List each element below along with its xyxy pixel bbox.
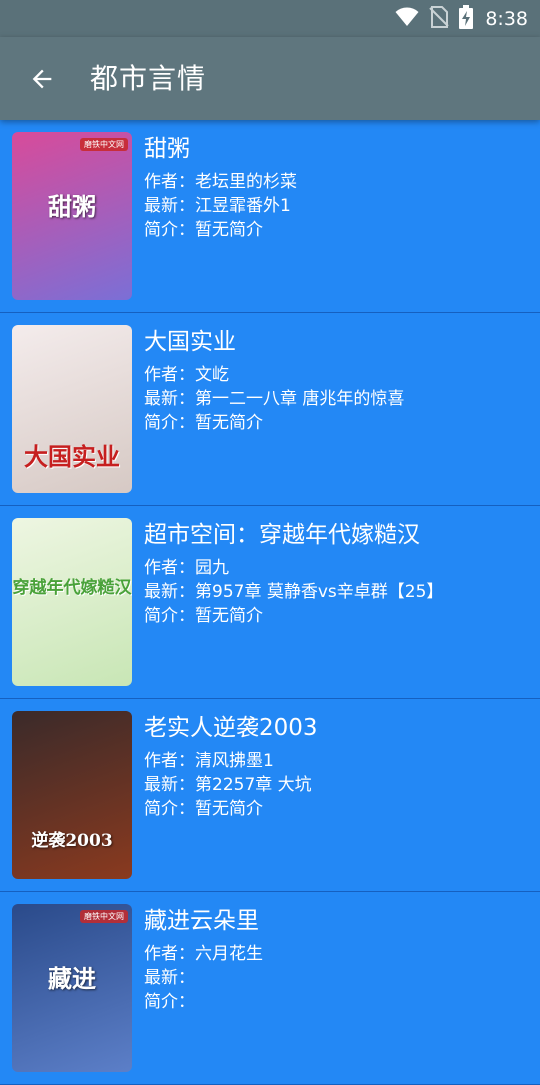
book-intro: 简介：暂无简介 [144, 218, 530, 242]
book-intro: 简介：暂无简介 [144, 604, 530, 628]
book-latest-chapter: 最新：第一二一八章 唐兆年的惊喜 [144, 387, 530, 411]
book-list-item[interactable]: 甜粥 磨铁中文网 甜粥 作者：老坛里的杉菜 最新：江昱霏番外1 简介：暂无简介 [0, 120, 540, 313]
book-author: 作者：六月花生 [144, 942, 530, 966]
publisher-badge: 磨铁中文网 [80, 910, 128, 923]
book-list: 甜粥 磨铁中文网 甜粥 作者：老坛里的杉菜 最新：江昱霏番外1 简介：暂无简介 大国实业 大国… [0, 120, 540, 1085]
book-latest-chapter: 最新：第2257章 大坑 [144, 773, 530, 797]
wifi-icon [395, 7, 419, 31]
app-bar: 都市言情 [0, 37, 540, 120]
book-intro-label: 简介： [144, 799, 195, 819]
status-time: 8:38 [485, 7, 528, 30]
arrow-left-icon [32, 69, 52, 89]
book-intro-value: 暂无简介 [195, 606, 263, 626]
book-author-label: 作者： [144, 944, 195, 964]
battery-charging-icon [459, 4, 474, 33]
book-title: 超市空间：穿越年代嫁糙汉 [144, 522, 420, 548]
book-title: 藏进云朵里 [144, 908, 259, 934]
book-info: 大国实业作者：文屹 最新：第一二一八章 唐兆年的惊喜 简介：暂无简介 [144, 325, 530, 435]
book-author-label: 作者： [144, 172, 195, 192]
book-intro-label: 简介： [144, 606, 195, 626]
book-info: 甜粥作者：老坛里的杉菜 最新：江昱霏番外1 简介：暂无简介 [144, 132, 530, 242]
book-cover-image: 藏进 磨铁中文网 [12, 904, 132, 1072]
book-author-value: 老坛里的杉菜 [195, 172, 297, 192]
book-author: 作者：文屹 [144, 363, 530, 387]
book-title: 甜粥 [144, 136, 190, 162]
book-intro-value: 暂无简介 [195, 220, 263, 240]
book-author-value: 文屹 [195, 365, 229, 385]
book-cover-title: 甜粥 [48, 192, 96, 221]
book-author: 作者：老坛里的杉菜 [144, 170, 530, 194]
back-button[interactable] [22, 59, 62, 99]
book-list-item[interactable]: 大国实业 大国实业 作者：文屹 最新：第一二一八章 唐兆年的惊喜 简介：暂无简介 [0, 313, 540, 506]
book-latest-chapter-value: 第一二一八章 唐兆年的惊喜 [195, 389, 405, 409]
book-cover-title: 大国实业 [24, 442, 120, 471]
book-intro: 简介： [144, 990, 530, 1014]
book-list-item[interactable]: 藏进 磨铁中文网 藏进云朵里作者：六月花生 最新： 简介： [0, 892, 540, 1085]
book-intro-value: 暂无简介 [195, 413, 263, 433]
book-latest-chapter-value: 第957章 莫静香vs辛卓群【25】 [195, 582, 444, 602]
book-author: 作者：园九 [144, 556, 530, 580]
book-info: 藏进云朵里作者：六月花生 最新： 简介： [144, 904, 530, 1014]
page-title: 都市言情 [90, 62, 207, 95]
book-intro-label: 简介： [144, 413, 195, 433]
book-latest-chapter: 最新：第957章 莫静香vs辛卓群【25】 [144, 580, 530, 604]
book-intro-value: 暂无简介 [195, 799, 263, 819]
book-author-value: 六月花生 [195, 944, 263, 964]
publisher-badge: 磨铁中文网 [80, 138, 128, 151]
status-bar: 8:38 [0, 0, 540, 37]
book-author-label: 作者： [144, 365, 195, 385]
book-latest-chapter-label: 最新： [144, 389, 195, 409]
book-cover-title: 穿越年代嫁糙汉 [12, 578, 132, 598]
no-sim-icon [429, 5, 450, 32]
book-latest-chapter: 最新：江昱霏番外1 [144, 194, 530, 218]
book-author-label: 作者： [144, 558, 195, 578]
book-author-label: 作者： [144, 751, 195, 771]
book-latest-chapter-label: 最新： [144, 775, 195, 795]
book-intro-label: 简介： [144, 220, 195, 240]
book-list-item[interactable]: 逆袭2003 老实人逆袭2003 作者：清风拂墨1 最新：第2257章 大坑 简介：暂无… [0, 699, 540, 892]
book-list-item[interactable]: 穿越年代嫁糙汉 超市空间：穿越年代嫁糙汉 作者：园九 最新：第957章 莫静香vs辛卓… [0, 506, 540, 699]
book-intro: 简介：暂无简介 [144, 797, 530, 821]
book-cover-image: 大国实业 [12, 325, 132, 493]
book-info: 超市空间：穿越年代嫁糙汉作者：园九 最新：第957章 莫静香vs辛卓群【25】 简介… [144, 518, 530, 628]
book-cover-image: 穿越年代嫁糙汉 [12, 518, 132, 686]
book-latest-chapter-value: 第2257章 大坑 [195, 775, 312, 795]
book-title: 大国实业 [144, 329, 236, 355]
book-latest-chapter-label: 最新： [144, 968, 195, 988]
book-intro-label: 简介： [144, 992, 195, 1012]
book-latest-chapter-value: 江昱霏番外1 [195, 196, 291, 216]
book-cover-title: 逆袭2003 [31, 831, 113, 851]
book-author-value: 园九 [195, 558, 229, 578]
book-latest-chapter-label: 最新： [144, 196, 195, 216]
book-author: 作者：清风拂墨1 [144, 749, 530, 773]
book-cover-title: 藏进 [48, 964, 96, 993]
book-latest-chapter: 最新： [144, 966, 530, 990]
book-title: 老实人逆袭2003 [144, 715, 318, 741]
book-author-value: 清风拂墨1 [195, 751, 274, 771]
book-intro: 简介：暂无简介 [144, 411, 530, 435]
book-info: 老实人逆袭2003 作者：清风拂墨1 最新：第2257章 大坑 简介：暂无简介 [144, 711, 530, 821]
book-cover-image: 甜粥 磨铁中文网 [12, 132, 132, 300]
book-latest-chapter-label: 最新： [144, 582, 195, 602]
book-cover-image: 逆袭2003 [12, 711, 132, 879]
